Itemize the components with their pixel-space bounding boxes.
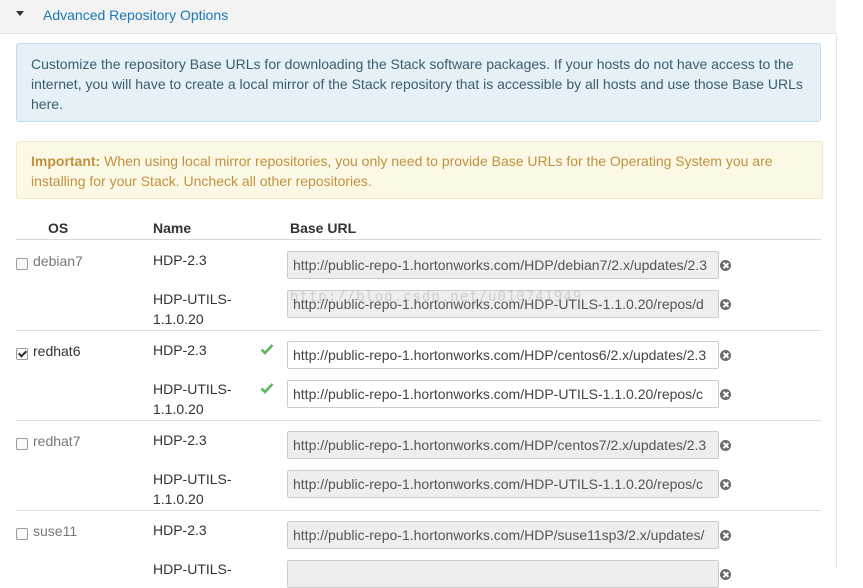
repo-name: HDP-2.3 xyxy=(153,522,207,538)
column-header-base-url: Base URL xyxy=(290,220,357,236)
clear-circle-icon[interactable] xyxy=(720,299,731,310)
clear-circle-icon[interactable] xyxy=(720,260,731,271)
check-icon xyxy=(260,383,274,394)
os-label-redhat6[interactable]: redhat6 xyxy=(33,343,80,359)
warning-alert: Important: When using local mirror repos… xyxy=(16,141,823,199)
os-label-suse11[interactable]: suse11 xyxy=(33,523,77,539)
info-alert-text: Customize the repository Base URLs for d… xyxy=(31,56,803,112)
check-mark xyxy=(260,383,274,394)
os-checkbox-debian7[interactable] xyxy=(16,258,28,270)
os-checkbox-redhat7[interactable] xyxy=(16,438,28,450)
repo-name: HDP-UTILS-1.1.0.20 xyxy=(153,471,232,507)
warning-alert-label: Important: xyxy=(31,153,101,169)
clear-circle-icon[interactable] xyxy=(720,530,731,541)
group-divider xyxy=(16,330,821,331)
repo-name: HDP-UTILS- xyxy=(153,561,232,577)
check-mark xyxy=(260,344,274,355)
base-url-input[interactable]: http://public-repo-1.hortonworks.com/HDP… xyxy=(287,521,719,549)
os-checkbox-redhat6[interactable] xyxy=(16,348,28,360)
base-url-input[interactable]: http://public-repo-1.hortonworks.com/HDP… xyxy=(287,470,719,498)
clear-circle-icon[interactable] xyxy=(720,389,731,400)
check-icon xyxy=(260,344,274,355)
base-url-input[interactable]: http://public-repo-1.hortonworks.com/HDP… xyxy=(287,341,719,369)
caret-down-icon[interactable] xyxy=(16,11,24,16)
warning-alert-text: When using local mirror repositories, yo… xyxy=(31,153,773,189)
advanced-options-header[interactable]: Advanced Repository Options xyxy=(0,0,836,34)
clear-circle-icon[interactable] xyxy=(720,440,731,451)
os-checkbox-suse11[interactable] xyxy=(16,528,28,540)
watermark: http://blog.csdn.net/u010741949 xyxy=(290,289,583,305)
base-url-input[interactable] xyxy=(287,560,719,588)
base-url-input[interactable]: http://public-repo-1.hortonworks.com/HDP… xyxy=(287,380,719,408)
info-alert: Customize the repository Base URLs for d… xyxy=(16,43,821,122)
clear-circle-icon[interactable] xyxy=(720,479,731,490)
clear-circle-icon[interactable] xyxy=(720,569,731,580)
base-url-input[interactable]: http://public-repo-1.hortonworks.com/HDP… xyxy=(287,431,719,459)
os-label-debian7[interactable]: debian7 xyxy=(33,253,83,269)
advanced-options-title[interactable]: Advanced Repository Options xyxy=(43,7,228,23)
base-url-input[interactable]: http://public-repo-1.hortonworks.com/HDP… xyxy=(287,251,719,279)
group-divider xyxy=(16,510,821,511)
clear-circle-icon[interactable] xyxy=(720,350,731,361)
repo-name: HDP-UTILS-1.1.0.20 xyxy=(153,291,232,327)
header-divider xyxy=(16,239,821,240)
repo-name: HDP-UTILS-1.1.0.20 xyxy=(153,381,232,417)
column-header-name: Name xyxy=(153,220,192,236)
repo-name: HDP-2.3 xyxy=(153,432,207,448)
column-header-os: OS xyxy=(48,220,69,236)
repo-name: HDP-2.3 xyxy=(153,342,207,358)
os-label-redhat7[interactable]: redhat7 xyxy=(33,433,80,449)
repo-name: HDP-2.3 xyxy=(153,252,207,268)
group-divider xyxy=(16,420,821,421)
